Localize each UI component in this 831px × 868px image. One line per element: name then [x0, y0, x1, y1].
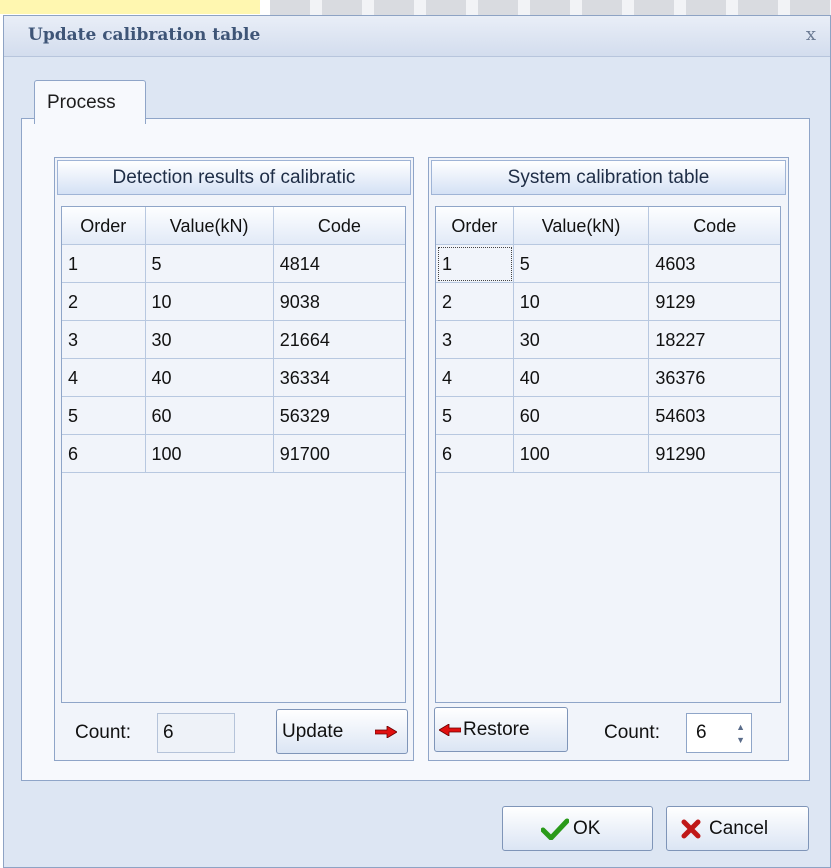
cell-code: 4603: [649, 245, 780, 283]
background-highlight: [0, 0, 260, 14]
cell-order: 2: [62, 283, 146, 321]
cell-order: 4: [436, 359, 514, 397]
stepper-down-icon[interactable]: ▼: [736, 735, 745, 745]
cell-value: 10: [513, 283, 650, 321]
stepper-up-icon[interactable]: ▲: [736, 722, 745, 732]
cell-value: 40: [145, 359, 274, 397]
restore-button-label: Restore: [463, 718, 530, 740]
count-stepper-value: 6: [696, 722, 707, 743]
cell-value: 60: [513, 397, 650, 435]
cell-value: 10: [145, 283, 274, 321]
table-row[interactable]: 4 40 36376: [436, 359, 780, 397]
cell-code: 91700: [273, 435, 405, 473]
cancel-button[interactable]: Cancel: [666, 806, 809, 851]
column-header-value[interactable]: Value(kN): [145, 207, 274, 245]
cell-order: 6: [436, 435, 514, 473]
cell-code: 36376: [649, 359, 780, 397]
dialog-title: Update calibration table: [28, 25, 261, 45]
cell-code: 18227: [649, 321, 780, 359]
tab-process-label: Process: [47, 92, 116, 113]
cell-value: 60: [145, 397, 274, 435]
cell-code: 4814: [273, 245, 405, 283]
cell-order: 5: [62, 397, 146, 435]
cell-code: 54603: [649, 397, 780, 435]
column-header-code[interactable]: Code: [649, 207, 780, 245]
table-row[interactable]: 2 10 9129: [436, 283, 780, 321]
cell-order: 1: [62, 245, 146, 283]
cell-value: 30: [513, 321, 650, 359]
cell-value: 5: [513, 245, 650, 283]
cell-order: 1: [436, 245, 514, 283]
cell-code: 36334: [273, 359, 405, 397]
table-row[interactable]: 3 30 21664: [62, 321, 405, 359]
detection-results-grid[interactable]: Order Value(kN) Code 1 5 4814 2 10 9038 …: [61, 206, 406, 703]
background-toolbar: [270, 0, 831, 16]
system-calibration-header: System calibration table: [431, 160, 786, 195]
close-button[interactable]: x: [800, 24, 822, 46]
system-calibration-panel: System calibration table Order Value(kN)…: [428, 157, 789, 761]
detection-results-header: Detection results of calibratic: [57, 160, 411, 195]
table-row[interactable]: 1 5 4603: [436, 245, 780, 283]
cell-order: 5: [436, 397, 514, 435]
title-bar[interactable]: Update calibration table x: [4, 16, 830, 57]
column-header-order[interactable]: Order: [436, 207, 514, 245]
ok-button[interactable]: OK: [502, 806, 653, 851]
cancel-button-label: Cancel: [709, 817, 769, 839]
tab-process[interactable]: Process: [34, 80, 146, 124]
cell-code: 91290: [649, 435, 780, 473]
column-header-order[interactable]: Order: [62, 207, 146, 245]
count-field: 6: [157, 713, 235, 753]
column-header-code[interactable]: Code: [273, 207, 405, 245]
detection-results-panel: Detection results of calibratic Order Va…: [54, 157, 414, 761]
cell-code: 9129: [649, 283, 780, 321]
count-label: Count:: [604, 722, 660, 743]
table-row[interactable]: 6 100 91700: [62, 435, 405, 473]
restore-button[interactable]: Restore: [434, 707, 568, 752]
table-row[interactable]: 5 60 54603: [436, 397, 780, 435]
check-icon: [541, 818, 569, 840]
right-arrow-icon: [375, 725, 397, 738]
cell-value: 100: [145, 435, 274, 473]
grid-header-row: Order Value(kN) Code: [62, 207, 405, 245]
cell-value: 100: [513, 435, 650, 473]
update-button[interactable]: Update: [276, 709, 408, 754]
table-row[interactable]: 5 60 56329: [62, 397, 405, 435]
update-button-label: Update: [282, 720, 344, 742]
table-row[interactable]: 4 40 36334: [62, 359, 405, 397]
table-row[interactable]: 6 100 91290: [436, 435, 780, 473]
cell-order: 3: [62, 321, 146, 359]
table-row[interactable]: 1 5 4814: [62, 245, 405, 283]
cell-order: 6: [62, 435, 146, 473]
ok-button-label: OK: [573, 817, 601, 839]
x-icon: [681, 819, 701, 838]
cell-code: 56329: [273, 397, 405, 435]
left-arrow-icon: [439, 723, 461, 736]
count-stepper[interactable]: 6 ▲ ▼: [686, 713, 752, 753]
table-row[interactable]: 2 10 9038: [62, 283, 405, 321]
system-calibration-grid[interactable]: Order Value(kN) Code 1 5 4603 2 10 9129 …: [435, 206, 781, 703]
cell-code: 9038: [273, 283, 405, 321]
cell-order: 4: [62, 359, 146, 397]
cell-order: 3: [436, 321, 514, 359]
table-row[interactable]: 3 30 18227: [436, 321, 780, 359]
cell-value: 5: [145, 245, 274, 283]
cell-code: 21664: [273, 321, 405, 359]
cell-order: 2: [436, 283, 514, 321]
cell-value: 30: [145, 321, 274, 359]
grid-header-row: Order Value(kN) Code: [436, 207, 780, 245]
cell-value: 40: [513, 359, 650, 397]
count-label: Count:: [75, 722, 131, 743]
column-header-value[interactable]: Value(kN): [513, 207, 650, 245]
